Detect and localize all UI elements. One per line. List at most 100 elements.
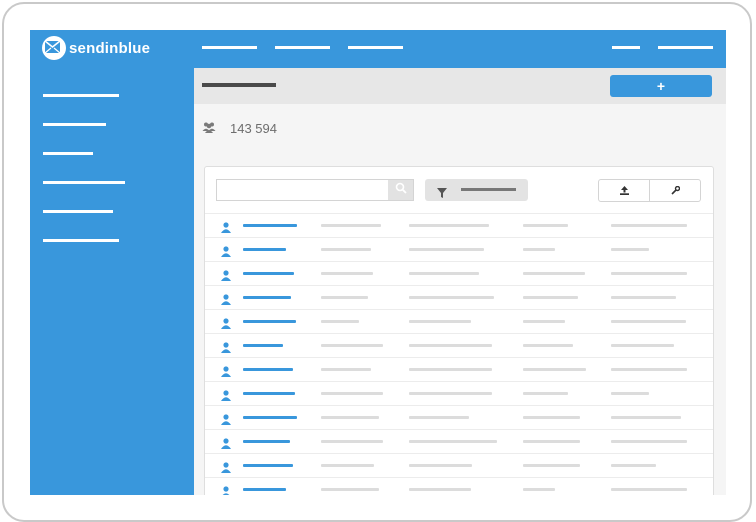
contact-field-1 [321,440,383,443]
add-button-label: + [656,78,666,94]
nav-item-3[interactable] [348,46,403,49]
sidebar-item-5[interactable] [43,210,113,213]
contacts-list [205,213,713,495]
contact-row[interactable] [205,309,713,333]
contact-row[interactable] [205,333,713,357]
user-icon [221,460,231,478]
contact-field-3 [523,272,585,275]
export-button[interactable] [599,180,649,201]
contact-field-2 [409,224,489,227]
contact-field-1 [321,320,359,323]
contact-field-2 [409,392,492,395]
contact-email-link[interactable] [243,440,290,443]
sidebar-item-6[interactable] [43,239,119,242]
contact-email-link[interactable] [243,392,295,395]
contact-email-link[interactable] [243,320,296,323]
filter-icon [437,185,447,203]
page-title [202,83,276,87]
contact-field-3 [523,440,580,443]
contact-row[interactable] [205,429,713,453]
contact-email-link[interactable] [243,464,293,467]
contact-field-4 [611,488,687,491]
contact-field-1 [321,464,374,467]
contact-field-1 [321,416,379,419]
contact-field-4 [611,296,676,299]
contact-field-1 [321,344,383,347]
nav-item-account[interactable] [612,46,640,49]
contact-field-4 [611,392,649,395]
contact-field-2 [409,320,471,323]
contact-email-link[interactable] [243,416,297,419]
contact-row[interactable] [205,357,713,381]
contact-row[interactable] [205,285,713,309]
contact-field-3 [523,488,555,491]
contact-field-2 [409,248,484,251]
contact-row[interactable] [205,453,713,477]
contact-field-2 [409,296,494,299]
contact-field-1 [321,248,371,251]
contact-field-3 [523,248,555,251]
contact-field-1 [321,224,381,227]
contact-field-1 [321,296,368,299]
app-screen: sendinblue + 143 594 [30,30,726,495]
filter-button[interactable] [425,179,528,201]
contact-email-link[interactable] [243,224,297,227]
sidebar-item-3[interactable] [43,152,93,155]
contact-email-link[interactable] [243,344,283,347]
sidebar-item-2[interactable] [43,123,106,126]
top-navigation [194,30,726,68]
contact-email-link[interactable] [243,296,291,299]
contact-row[interactable] [205,261,713,285]
contact-row[interactable] [205,405,713,429]
user-icon [221,364,231,382]
user-icon [221,436,231,454]
contact-email-link[interactable] [243,368,293,371]
user-icon [221,220,231,238]
contact-row[interactable] [205,213,713,237]
contact-field-2 [409,344,492,347]
main-content: 143 594 [194,104,726,495]
contact-count-value: 143 594 [230,121,277,136]
contact-field-3 [523,296,578,299]
search-input[interactable] [216,179,414,201]
upload-icon [619,182,629,200]
contact-field-2 [409,368,492,371]
contact-email-link[interactable] [243,272,294,275]
contact-field-2 [409,272,479,275]
contact-field-4 [611,368,687,371]
filter-label [461,188,516,191]
contact-field-4 [611,440,687,443]
settings-button[interactable] [649,180,700,201]
list-tools [598,179,701,202]
contact-field-3 [523,416,580,419]
contact-field-4 [611,248,649,251]
contact-field-2 [409,464,472,467]
users-icon [202,121,216,136]
user-icon [221,484,231,495]
contact-field-3 [523,224,568,227]
contact-field-4 [611,224,687,227]
contact-row[interactable] [205,477,713,495]
user-icon [221,316,231,334]
contact-email-link[interactable] [243,248,286,251]
add-contact-button[interactable]: + [610,75,712,97]
brand-logo[interactable]: sendinblue [42,36,150,60]
contact-field-3 [523,464,580,467]
contact-row[interactable] [205,237,713,261]
sidebar-item-1[interactable] [43,94,119,97]
contact-email-link[interactable] [243,488,286,491]
wrench-icon [670,182,680,200]
search-button[interactable] [388,180,413,200]
sidebar-item-4[interactable] [43,181,125,184]
nav-item-1[interactable] [202,46,257,49]
contact-row[interactable] [205,381,713,405]
nav-item-user-menu[interactable] [658,46,713,49]
logo-mark-icon [42,36,66,60]
contact-field-4 [611,464,656,467]
nav-item-2[interactable] [275,46,330,49]
contact-field-2 [409,416,469,419]
contact-field-4 [611,344,674,347]
search-icon [395,181,407,199]
contact-field-3 [523,320,565,323]
contact-field-3 [523,368,586,371]
